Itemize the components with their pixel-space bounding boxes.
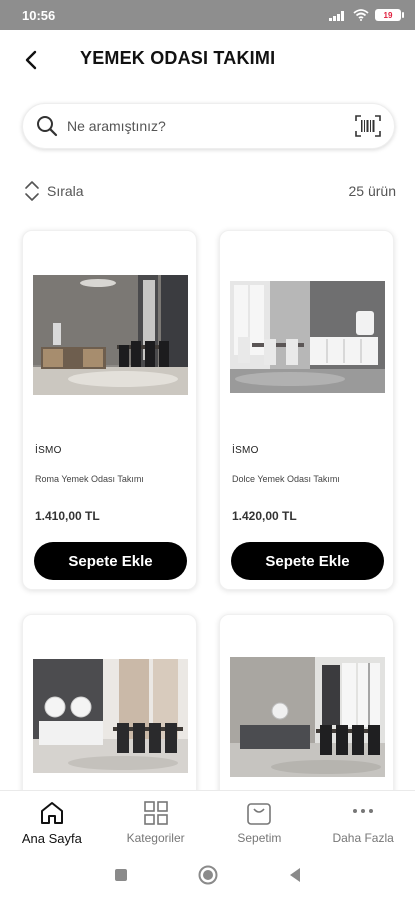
page-title: YEMEK ODASI TAKIMI [80,48,276,68]
search-bar[interactable] [22,103,395,149]
back-triangle-icon[interactable] [288,867,302,883]
nav-more-label: Daha Fazla [332,831,394,845]
add-to-cart-button[interactable]: Sepete Ekle [34,542,187,580]
nav-categories[interactable]: Kategoriler [104,791,208,850]
cart-icon [247,803,272,825]
header: YEMEK ODASI TAKIMI [0,30,415,90]
nav-cart[interactable]: Sepetim [208,791,312,850]
wifi-icon [353,9,369,21]
sort-row: Sırala 25 ürün [24,178,396,204]
product-name[interactable]: Roma Yemek Odası Takımı [35,474,144,484]
sort-label: Sırala [47,183,84,199]
product-price: 1.420,00 TL [232,509,297,523]
product-brand: İSMO [35,445,62,456]
nav-cart-label: Sepetim [237,831,282,845]
product-card[interactable]: İSMO Dolce Yemek Odası Takımı 1.420,00 T… [219,230,394,590]
product-image[interactable] [230,281,385,401]
home-icon [40,802,63,824]
signal-icon [329,11,344,21]
nav-home[interactable]: Ana Sayfa [0,791,104,850]
product-card[interactable]: İSMO Roma Yemek Odası Takımı 1.410,00 TL… [22,230,197,590]
search-icon [37,116,58,137]
product-image[interactable] [230,657,385,777]
status-bar: 10:56 19 [0,0,415,30]
product-brand: İSMO [232,445,259,456]
status-icons: 19 [329,9,404,21]
sort-button[interactable]: Sırala [24,180,84,202]
bottom-navigation: Ana Sayfa Kategoriler Sepetim Daha Fazla [0,790,415,850]
product-card[interactable] [22,614,197,814]
sort-icon [25,181,39,201]
recents-icon[interactable] [114,868,128,882]
home-circle-icon[interactable] [198,865,218,885]
product-count: 25 ürün [348,183,396,199]
more-icon [353,809,374,813]
product-name[interactable]: Dolce Yemek Odası Takımı [232,474,340,484]
nav-categories-label: Kategoriler [126,831,185,845]
back-button[interactable] [16,45,46,75]
battery-icon: 19 [375,9,404,21]
product-image[interactable] [33,275,188,395]
search-input[interactable] [67,118,354,134]
nav-more[interactable]: Daha Fazla [311,791,415,850]
product-image[interactable] [33,659,188,779]
chevron-left-icon [25,50,37,70]
grid-icon [143,801,168,825]
battery-level: 19 [383,10,393,20]
nav-home-label: Ana Sayfa [21,831,82,846]
add-to-cart-button[interactable]: Sepete Ekle [231,542,384,580]
system-navigation [0,850,415,900]
product-price: 1.410,00 TL [35,509,100,523]
barcode-scan-icon[interactable] [354,114,382,138]
status-time: 10:56 [22,7,56,23]
product-card[interactable] [219,614,394,814]
